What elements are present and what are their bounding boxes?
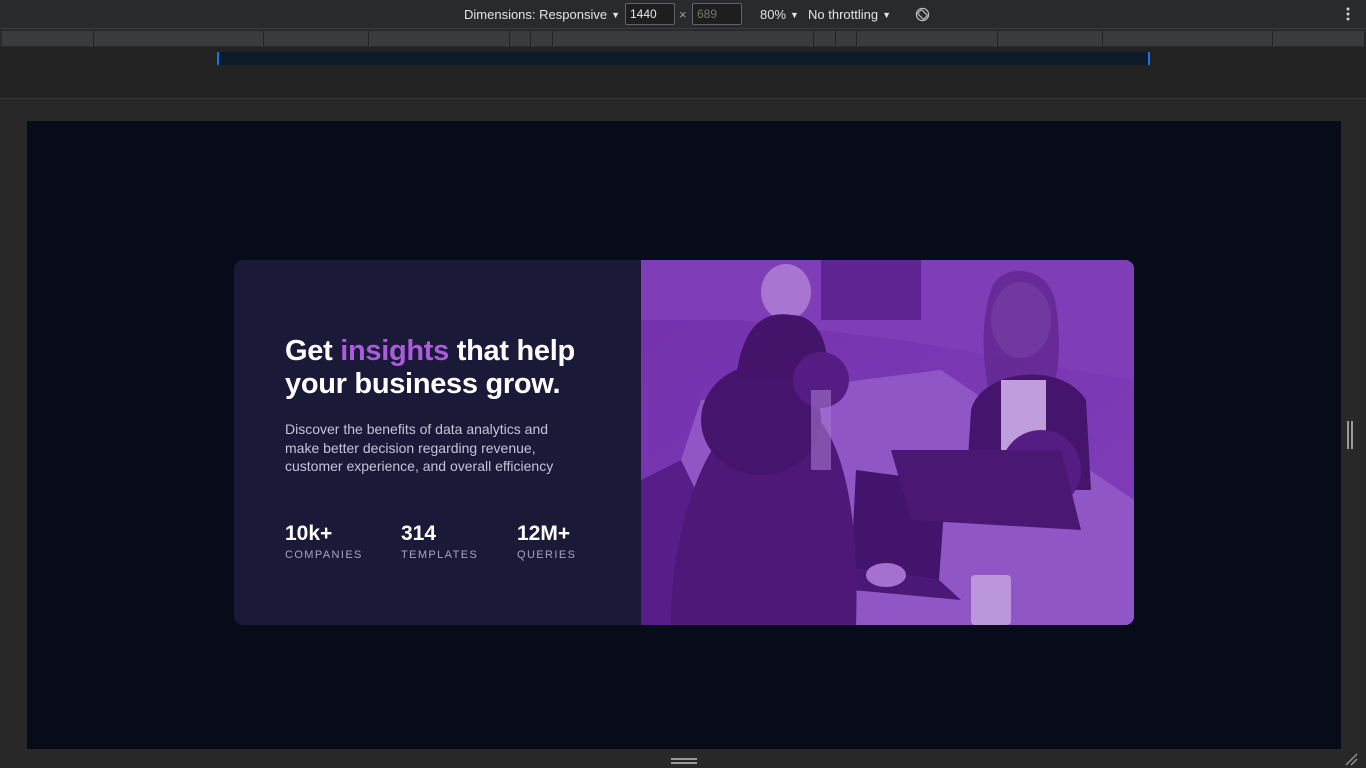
width-input[interactable] bbox=[625, 3, 675, 25]
media-query-segment[interactable] bbox=[1103, 31, 1273, 46]
media-query-segment[interactable] bbox=[264, 31, 369, 46]
resize-handle-right[interactable] bbox=[1347, 421, 1353, 449]
stat-value: 10k+ bbox=[285, 522, 333, 545]
media-query-segment[interactable] bbox=[2, 31, 94, 46]
stat-value: 314 bbox=[401, 522, 437, 545]
card-title: Get insights that help your business gro… bbox=[285, 335, 605, 401]
page-viewport: Get insights that help your business gro… bbox=[27, 121, 1341, 749]
stat-label: TEMPLATES bbox=[401, 549, 479, 561]
media-query-segment[interactable] bbox=[836, 31, 857, 46]
media-query-segment[interactable] bbox=[998, 31, 1103, 46]
media-query-segment[interactable] bbox=[814, 31, 836, 46]
zoom-dropdown[interactable]: 80% ▼ bbox=[760, 7, 799, 22]
stat-label: COMPANIES bbox=[285, 549, 363, 561]
stat-templates: 314 TEMPLATES bbox=[401, 522, 517, 561]
times-separator: × bbox=[679, 7, 687, 22]
stat-label: QUERIES bbox=[517, 549, 577, 561]
team-working-photo bbox=[641, 260, 1134, 625]
dimensions-dropdown[interactable]: Dimensions: Responsive ▼ bbox=[464, 7, 620, 22]
title-prefix: Get bbox=[285, 335, 341, 367]
stats-row: 10k+ COMPANIES 314 TEMPLATES 12M+ QUERIE… bbox=[285, 522, 633, 561]
more-vertical-icon[interactable] bbox=[1342, 6, 1354, 22]
media-query-segment[interactable] bbox=[553, 31, 814, 46]
card-description: Discover the benefits of data analytics … bbox=[285, 421, 554, 475]
media-query-segment[interactable] bbox=[369, 31, 510, 46]
throttling-dropdown[interactable]: No throttling ▼ bbox=[808, 7, 891, 22]
stat-value: 12M+ bbox=[517, 522, 571, 545]
device-toolbar: Dimensions: Responsive ▼ × 80% ▼ No thro… bbox=[0, 0, 1366, 29]
resize-corner-icon[interactable] bbox=[1344, 752, 1358, 766]
ruler-area bbox=[0, 47, 1366, 99]
media-query-segment[interactable] bbox=[857, 31, 998, 46]
card-content: Get insights that help your business gro… bbox=[234, 260, 641, 625]
title-accent: insights bbox=[340, 335, 449, 367]
height-input[interactable] bbox=[692, 3, 742, 25]
photo-illustration bbox=[641, 260, 1134, 625]
media-query-segment[interactable] bbox=[94, 31, 264, 46]
stat-queries: 12M+ QUERIES bbox=[517, 522, 633, 561]
media-query-segment[interactable] bbox=[1273, 31, 1365, 46]
media-query-segment[interactable] bbox=[531, 31, 553, 46]
media-query-bar bbox=[0, 30, 1366, 47]
dimensions-label: Dimensions: Responsive bbox=[464, 7, 608, 22]
viewport-ruler bbox=[217, 52, 1150, 65]
chevron-down-icon: ▼ bbox=[882, 9, 892, 20]
resize-handle-bottom[interactable] bbox=[671, 758, 697, 764]
stat-companies: 10k+ COMPANIES bbox=[285, 522, 401, 561]
throttling-label: No throttling bbox=[808, 7, 879, 22]
zoom-label: 80% bbox=[760, 7, 787, 22]
chevron-down-icon: ▼ bbox=[790, 9, 799, 20]
stats-preview-card: Get insights that help your business gro… bbox=[234, 260, 1134, 625]
media-query-segment[interactable] bbox=[510, 31, 531, 46]
rotate-icon[interactable] bbox=[915, 7, 930, 22]
chevron-down-icon: ▼ bbox=[611, 9, 620, 20]
